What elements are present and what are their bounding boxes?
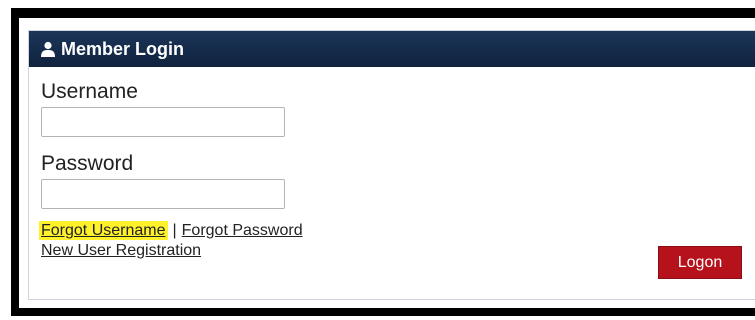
panel-body: Username Password Forgot Username | Forgot… — [29, 81, 755, 261]
member-login-panel: Member Login Username Password Forgot Us… — [28, 30, 755, 300]
user-icon — [40, 41, 56, 57]
panel-title: Member Login — [61, 38, 185, 59]
registration-line: New User Registration — [41, 241, 743, 261]
panel-header: Member Login — [29, 31, 755, 67]
password-input[interactable] — [41, 179, 285, 209]
new-user-registration-link[interactable]: New User Registration — [41, 242, 201, 259]
link-separator: | — [172, 222, 177, 239]
logon-button[interactable]: Logon — [658, 246, 742, 279]
forgot-password-link[interactable]: Forgot Password — [182, 222, 303, 239]
password-label: Password — [41, 152, 134, 175]
username-input[interactable] — [41, 107, 285, 137]
forgot-links: Forgot Username | Forgot Password — [39, 221, 743, 241]
username-label: Username — [41, 80, 138, 103]
forgot-username-link[interactable]: Forgot Username — [39, 221, 168, 240]
outer-frame: Member Login Username Password Forgot Us… — [11, 8, 755, 316]
